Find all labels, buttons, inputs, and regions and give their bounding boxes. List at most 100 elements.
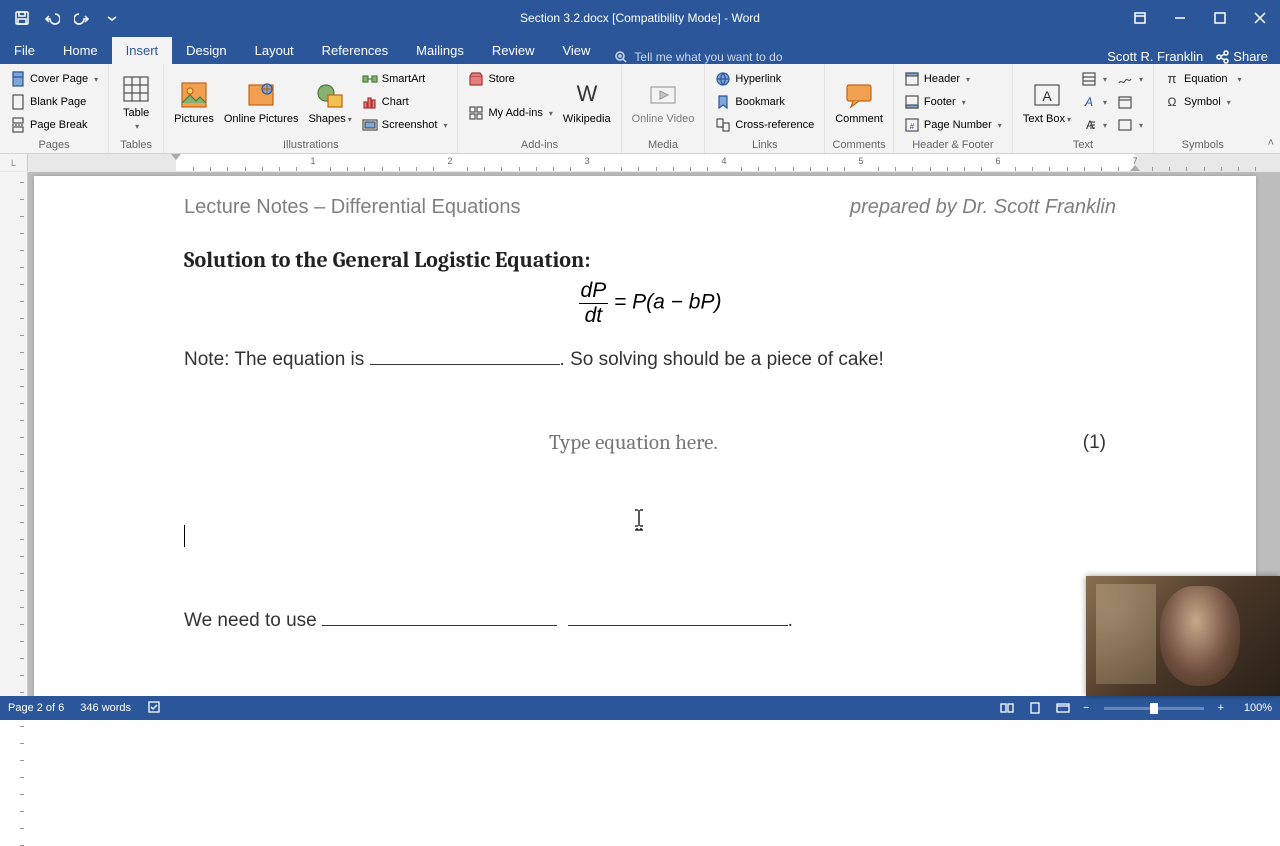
quick-access-toolbar — [0, 4, 126, 32]
maximize-button[interactable] — [1200, 0, 1240, 36]
tab-layout[interactable]: Layout — [241, 37, 308, 64]
header-right: prepared by Dr. Scott Franklin — [850, 196, 1116, 219]
cover-page-button[interactable]: Cover Page▾ — [6, 68, 102, 90]
ibeam-cursor-icon — [632, 508, 646, 537]
logistic-equation: dPdt = P(a − bP) — [184, 279, 1116, 328]
title-bar: Section 3.2.docx [Compatibility Mode] - … — [0, 0, 1280, 36]
chart-button[interactable]: Chart — [358, 91, 452, 113]
user-name[interactable]: Scott R. Franklin — [1107, 49, 1203, 64]
tab-references[interactable]: References — [308, 37, 402, 64]
group-label-media: Media — [628, 137, 699, 151]
page-number-button[interactable]: #Page Number▾ — [900, 114, 1006, 136]
tab-mailings[interactable]: Mailings — [402, 37, 478, 64]
word-count[interactable]: 346 words — [80, 702, 131, 714]
object-button[interactable]: ▾ — [1113, 114, 1147, 136]
need-paragraph: We need to use . — [184, 607, 1116, 632]
indent-marker[interactable] — [171, 154, 181, 160]
minimize-button[interactable] — [1160, 0, 1200, 36]
tab-design[interactable]: Design — [172, 37, 240, 64]
smartart-button[interactable]: SmartArt — [358, 68, 452, 90]
page-indicator[interactable]: Page 2 of 6 — [8, 702, 64, 714]
store-button[interactable]: Store — [464, 68, 556, 90]
save-button[interactable] — [8, 4, 36, 32]
page[interactable]: Lecture Notes – Differential Equations p… — [34, 176, 1256, 700]
print-layout-button[interactable] — [1023, 698, 1047, 718]
ribbon-group-text: AText Box▾ ▾ A▾ A▾ ▾ ▾ Text — [1013, 64, 1154, 153]
tab-view[interactable]: View — [548, 37, 604, 64]
ribbon-group-tables: Table▾ Tables — [109, 64, 164, 153]
redo-button[interactable] — [68, 4, 96, 32]
tell-me-placeholder: Tell me what you want to do — [634, 50, 782, 64]
close-button[interactable] — [1240, 0, 1280, 36]
equation-button[interactable]: πEquation▾ — [1160, 68, 1245, 90]
ribbon-group-addins: Store My Add-ins▾ WWikipedia Add-ins — [458, 64, 621, 153]
table-button[interactable]: Table▾ — [115, 68, 157, 137]
group-label-tables: Tables — [115, 137, 157, 151]
tell-me-search[interactable]: Tell me what you want to do — [604, 50, 792, 64]
zoom-thumb[interactable] — [1150, 703, 1158, 714]
comment-button[interactable]: Comment — [831, 68, 887, 137]
collapse-ribbon-button[interactable]: ˄ — [1268, 137, 1274, 149]
vertical-ruler[interactable] — [0, 172, 28, 696]
date-time-button[interactable] — [1113, 91, 1147, 113]
tab-review[interactable]: Review — [478, 37, 549, 64]
web-layout-button[interactable] — [1051, 698, 1075, 718]
note-paragraph: Note: The equation is . So solving shoul… — [184, 346, 1116, 371]
blank-3 — [568, 607, 788, 626]
ribbon-group-media: Online Video Media — [622, 64, 706, 153]
online-pictures-button[interactable]: Online Pictures — [220, 68, 303, 137]
blank-page-button[interactable]: Blank Page — [6, 91, 102, 113]
blank-2 — [322, 607, 557, 626]
webcam-overlay — [1086, 576, 1280, 696]
ribbon-group-links: Hyperlink Bookmark Cross-reference Links — [705, 64, 825, 153]
equation-number: (1) — [1083, 432, 1116, 454]
tab-file[interactable]: File — [0, 37, 49, 64]
hyperlink-button[interactable]: Hyperlink — [711, 68, 818, 90]
qat-more-button[interactable] — [98, 4, 126, 32]
bookmark-button[interactable]: Bookmark — [711, 91, 818, 113]
shapes-button[interactable]: Shapes▾ — [304, 68, 355, 137]
page-break-button[interactable]: Page Break — [6, 114, 102, 136]
wikipedia-button[interactable]: WWikipedia — [559, 68, 615, 137]
group-label-links: Links — [711, 137, 818, 151]
ribbon-group-headerfooter: Header▾ Footer▾ #Page Number▾ Header & F… — [894, 64, 1013, 153]
tab-insert[interactable]: Insert — [112, 37, 173, 64]
window-title: Section 3.2.docx [Compatibility Mode] - … — [520, 11, 760, 25]
equation-placeholder-row: Type equation here. (1) — [184, 431, 1116, 455]
svg-text:A: A — [1084, 95, 1093, 109]
ribbon-display-options-button[interactable] — [1120, 0, 1160, 36]
my-addins-button[interactable]: My Add-ins▾ — [464, 91, 556, 135]
cross-reference-button[interactable]: Cross-reference — [711, 114, 818, 136]
share-button[interactable]: Share — [1215, 49, 1268, 64]
online-video-button: Online Video — [628, 68, 699, 137]
symbol-button[interactable]: ΩSymbol▾ — [1160, 91, 1245, 113]
svg-text:Ω: Ω — [1168, 95, 1177, 109]
svg-text:#: # — [910, 122, 915, 131]
group-label-comments: Comments — [831, 137, 887, 151]
group-label-pages: Pages — [6, 137, 102, 151]
read-mode-button[interactable] — [995, 698, 1019, 718]
text-box-button[interactable]: AText Box▾ — [1019, 68, 1075, 137]
header-left: Lecture Notes – Differential Equations — [184, 196, 521, 219]
zoom-level[interactable]: 100% — [1232, 702, 1272, 714]
screenshot-button[interactable]: Screenshot▾ — [358, 114, 452, 136]
doc-heading: Solution to the General Logistic Equatio… — [184, 247, 1116, 273]
equation-placeholder[interactable]: Type equation here. — [184, 431, 1083, 455]
header-button[interactable]: Header▾ — [900, 68, 1006, 90]
signature-line-button[interactable]: ▾ — [1113, 68, 1147, 90]
wordart-button[interactable]: A▾ — [1077, 91, 1111, 113]
tab-home[interactable]: Home — [49, 37, 112, 64]
svg-text:A: A — [1042, 88, 1052, 104]
quick-parts-button[interactable]: ▾ — [1077, 68, 1111, 90]
drop-cap-button[interactable]: A▾ — [1077, 114, 1111, 136]
blank-1 — [370, 346, 560, 365]
footer-button[interactable]: Footer▾ — [900, 91, 1006, 113]
zoom-slider[interactable] — [1104, 707, 1204, 710]
pictures-button[interactable]: Pictures — [170, 68, 218, 137]
horizontal-ruler[interactable]: L 1234567 — [0, 154, 1280, 172]
undo-button[interactable] — [38, 4, 66, 32]
text-cursor — [184, 525, 185, 547]
ribbon-group-illustrations: Pictures Online Pictures Shapes▾ SmartAr… — [164, 64, 458, 153]
group-label-text: Text — [1019, 137, 1147, 151]
proofing-icon[interactable] — [147, 700, 161, 717]
